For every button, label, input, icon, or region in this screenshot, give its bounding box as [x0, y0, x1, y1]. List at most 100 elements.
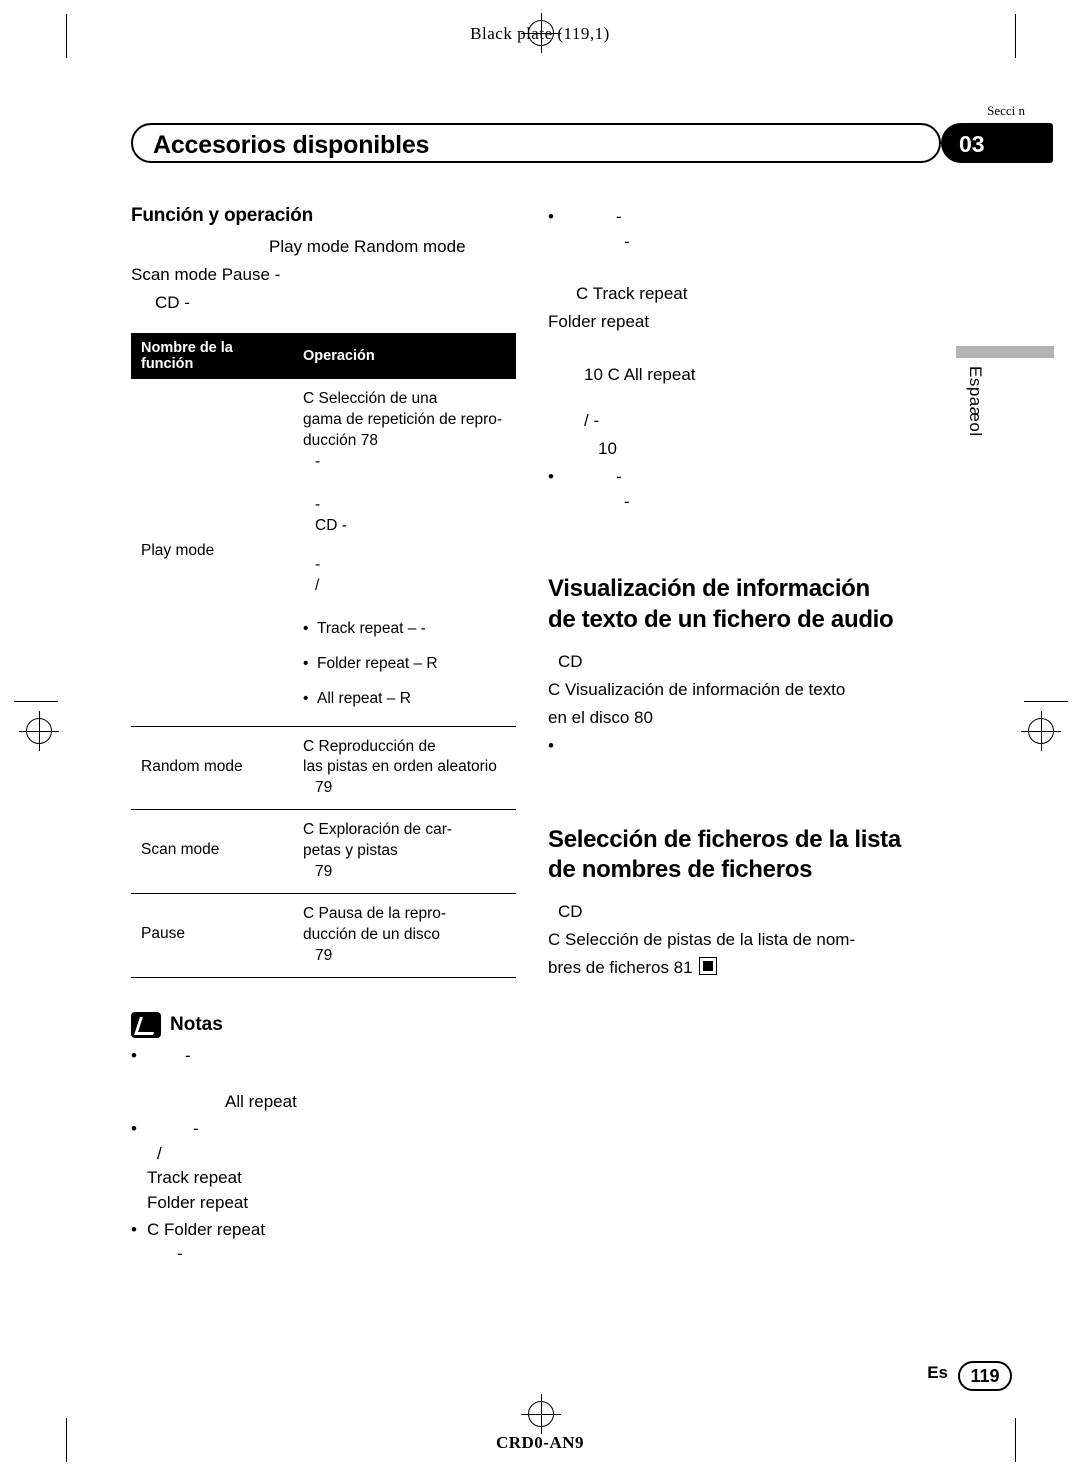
right-bullet-text: - - [564, 465, 948, 514]
document-code: CRD0-AN9 [495, 1433, 585, 1452]
crop-mark-left-upper [14, 701, 58, 702]
bullet-line: - [624, 491, 630, 511]
op-line: ducción 78 [303, 432, 378, 450]
note-line: C Folder repeat [147, 1219, 266, 1239]
op-bullet: • Track repeat – - [303, 619, 510, 640]
left-column: Función y operación Play mode Random mod… [131, 205, 521, 1269]
right-para-3b: 10 [598, 438, 617, 458]
end-of-section-square-icon [698, 957, 717, 976]
bullet-dot: • [548, 466, 554, 486]
row-name-scan-mode: Scan mode [131, 809, 287, 895]
op-line: C Pausa de la repro- [303, 905, 447, 923]
table-row: Scan mode C Exploración de car- petas y … [131, 809, 516, 895]
black-plate-label: Black plate (119,1) [470, 24, 610, 43]
bullet-dot: • [303, 619, 309, 637]
table-row: Random mode C Reproducción de las pistas… [131, 726, 516, 811]
note-text: C Folder repeat - [147, 1218, 521, 1267]
function-table-body: Play mode C Selección de una gama de rep… [131, 379, 516, 978]
note-line: All repeat [225, 1092, 297, 1112]
bullet-dot: • [131, 1119, 137, 1139]
bullet-dot: • [131, 1045, 137, 1065]
function-table-head: Nombre de la función Operación [131, 333, 516, 380]
note-item: • C Folder repeat - [131, 1218, 521, 1267]
note-line: Folder repeat [147, 1193, 249, 1213]
note-line: - [185, 1045, 191, 1065]
note-line: - [177, 1244, 183, 1264]
bullet-dot: • [303, 654, 309, 672]
op-line: - [315, 555, 321, 573]
note-line: - [193, 1119, 199, 1139]
op-line: - [315, 453, 321, 471]
language-tab-bar [956, 346, 1054, 358]
registration-mark-left [19, 711, 59, 751]
row-label: Play mode [141, 542, 215, 560]
section-number: 03 [959, 131, 985, 157]
col-header-operation: Operación [287, 333, 516, 380]
row-label: Random mode [141, 757, 243, 775]
op-line: / [315, 576, 320, 594]
heading-line: Visualización de información [548, 575, 870, 603]
op-line: C Exploración de car- [303, 821, 453, 839]
row-label: Pause [141, 925, 185, 943]
note-line: Track repeat [147, 1168, 242, 1188]
row-name-random-mode: Random mode [131, 726, 287, 811]
row-operation-random-mode: C Reproducción de las pistas en orden al… [287, 726, 516, 811]
row-operation-play-mode: C Selección de una gama de repetición de… [287, 379, 516, 727]
left-intro-line-3: CD - [155, 293, 190, 313]
page-number-badge: 119 [958, 1361, 1012, 1391]
page-title: Accesorios disponibles [153, 131, 430, 159]
right-bullet-text: - - [564, 205, 948, 254]
bullet-dot: • [548, 207, 554, 226]
note-text: - / Track repeat Folder repeat [147, 1117, 521, 1216]
op-line: 79 [315, 863, 333, 881]
right-sec2-line-3-text: bres de ficheros 81 [548, 958, 693, 978]
notes-title: Notas [170, 1013, 223, 1035]
op-line: 79 [315, 946, 333, 964]
row-name-play-mode: Play mode [131, 379, 287, 727]
op-line: las pistas en orden aleatorio [303, 758, 497, 776]
right-para-2: 10 C All repeat [584, 364, 696, 384]
op-line: ducción de un disco [303, 925, 441, 943]
bullet-dot: • [548, 736, 554, 755]
right-sec1-bullet: • [548, 734, 948, 759]
right-sec1-line-3: en el disco 80 [548, 707, 653, 727]
note-item: • - All repeat [131, 1044, 521, 1115]
op-line: C Reproducción de [303, 737, 436, 755]
heading-line: de nombres de ficheros [548, 856, 813, 884]
bullet-dot: • [131, 1219, 137, 1239]
right-para-1a: C Track repeat [576, 284, 688, 304]
right-column: • - - C Track repeat Folder repeat 10 C … [548, 205, 948, 984]
op-line: - [315, 496, 321, 514]
col-header-name: Nombre de la función [131, 333, 287, 380]
crop-mark-right-upper [1024, 701, 1068, 702]
note-text: - All repeat [147, 1044, 521, 1115]
notes-header: Notas [131, 1011, 521, 1038]
left-heading: Función y operación [131, 205, 313, 226]
op-line: petas y pistas [303, 842, 398, 860]
note-line [147, 1068, 521, 1090]
op-line: CD - [315, 516, 347, 534]
row-operation-pause: C Pausa de la repro- ducción de un disco… [287, 893, 516, 978]
op-bullet: • All repeat – R [303, 689, 510, 710]
right-heading-text-display: Visualización de información de texto de… [548, 574, 948, 635]
op-line: 79 [315, 779, 333, 797]
function-table: Nombre de la función Operación Play mode… [131, 333, 516, 978]
op-bullet-text: Folder repeat – R [317, 654, 438, 672]
right-bullet-top: • - - [548, 205, 948, 254]
left-intro-line-2: Scan mode Pause - [131, 265, 281, 285]
page-title-bar: Accesorios disponibles [131, 123, 941, 163]
note-pencil-icon [131, 1011, 161, 1038]
op-line [303, 537, 510, 555]
heading-line: Selección de ficheros de la lista [548, 825, 901, 853]
note-item: • - / Track repeat Folder repeat [131, 1117, 521, 1216]
section-label: Secci n [987, 103, 1025, 118]
right-sec1-bullet-text [564, 734, 948, 759]
bullet-line: - [616, 466, 622, 486]
right-heading-file-list: Selección de ficheros de la lista de nom… [548, 825, 948, 886]
right-sec1-line-1: CD [558, 651, 583, 671]
op-bullet-text: All repeat – R [317, 689, 411, 707]
row-name-pause: Pause [131, 893, 287, 978]
bullet-line: - [624, 231, 630, 251]
footer-language-code: Es [927, 1363, 948, 1382]
language-tab-label: Espaæol [966, 366, 985, 437]
